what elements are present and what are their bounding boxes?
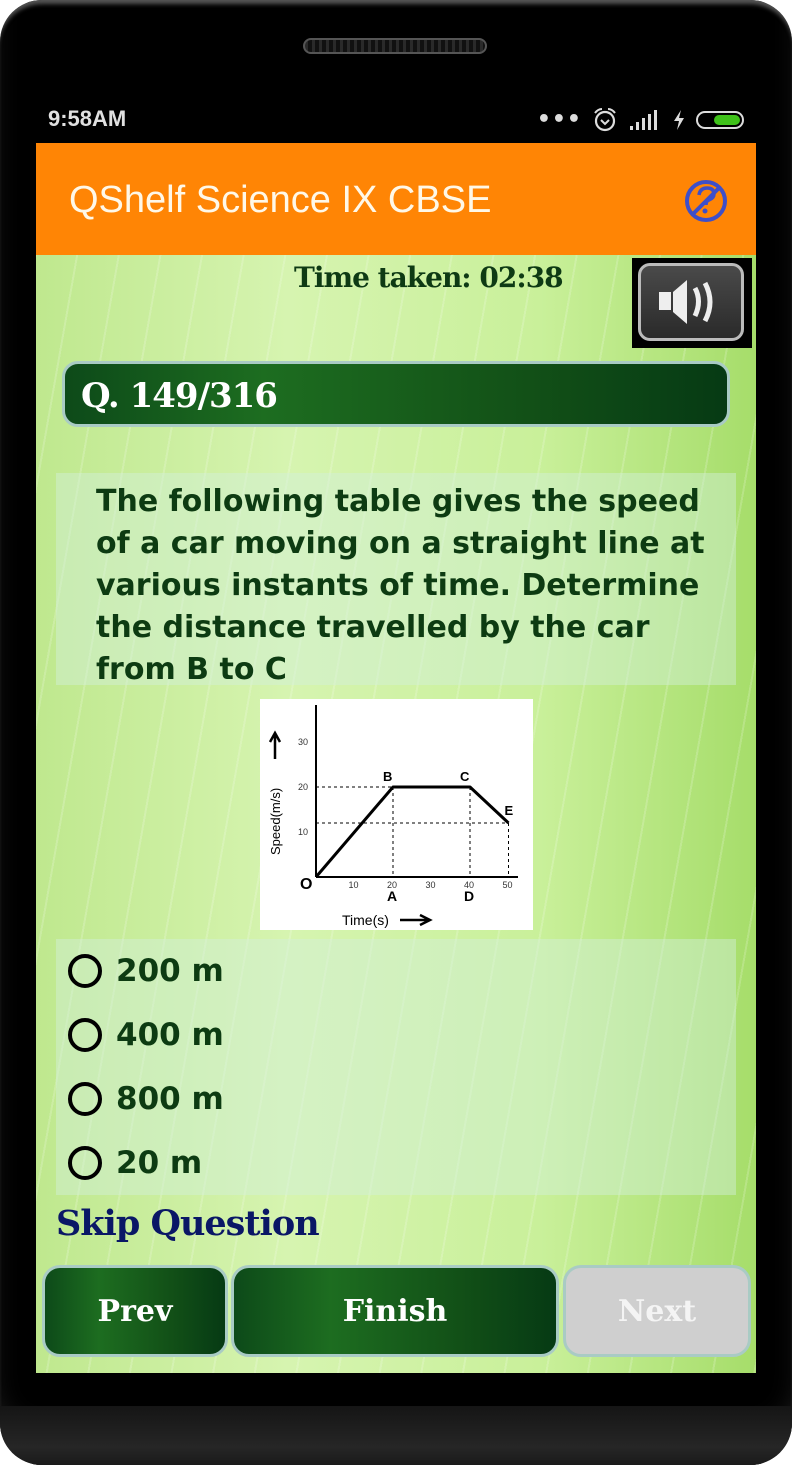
y-tick-label: 30 [298, 737, 308, 747]
point-label-c: C [460, 769, 470, 784]
next-button[interactable]: Next [563, 1265, 751, 1357]
signal-icon [630, 110, 657, 130]
alarm-icon [594, 108, 616, 132]
x-tick-label: 30 [426, 880, 436, 890]
option-4[interactable]: 20 m [68, 1133, 202, 1193]
option-3[interactable]: 800 m [68, 1069, 224, 1129]
x-axis-arrow-icon [400, 913, 433, 927]
y-tick-label: 20 [298, 782, 308, 792]
option-2[interactable]: 400 m [68, 1005, 224, 1065]
radio-icon[interactable] [68, 1018, 102, 1052]
phone-frame: 9:58AM ••• QShelf Science IX CBSE Time t… [0, 0, 792, 1465]
option-1[interactable]: 200 m [68, 941, 224, 1001]
battery-icon [696, 111, 744, 129]
app-title: QShelf Science IX CBSE [69, 179, 492, 221]
y-tick-label: 10 [298, 827, 308, 837]
y-axis-label: Speed(m/s) [268, 788, 283, 855]
dots-icon: ••• [536, 107, 582, 132]
point-label-d: D [464, 888, 474, 904]
speed-curve [314, 785, 510, 878]
point-label-e: E [505, 803, 514, 818]
speaker-icon [659, 280, 713, 324]
status-time: 9:58AM [48, 106, 127, 131]
point-label-b: B [383, 769, 392, 784]
prev-button[interactable]: Prev [42, 1265, 228, 1357]
skip-question-link[interactable]: Skip Question [56, 1203, 320, 1244]
question-box: The following table gives the speed of a… [56, 473, 736, 687]
option-label: 800 m [116, 1081, 224, 1117]
question-number: Q. 149/316 [81, 376, 278, 416]
help-disabled-icon[interactable] [684, 179, 728, 223]
option-label: 20 m [116, 1145, 203, 1181]
app-screen: QShelf Science IX CBSE Time taken: 02:38 [36, 143, 756, 1373]
x-tick-label: 10 [349, 880, 359, 890]
bolt-icon [674, 110, 684, 130]
options-group: 200 m 400 m 800 m 20 m [56, 939, 736, 1195]
status-bar: 9:58AM ••• [36, 100, 756, 140]
question-text: The following table gives the speed of a… [96, 484, 705, 687]
option-label: 400 m [116, 1017, 224, 1053]
radio-icon[interactable] [68, 1146, 102, 1180]
phone-chin [0, 1406, 792, 1465]
app-bar: QShelf Science IX CBSE [36, 143, 756, 255]
radio-icon[interactable] [68, 1082, 102, 1116]
point-label-a: A [387, 888, 397, 904]
question-number-bar: Q. 149/316 [62, 361, 730, 427]
speed-time-graph: 10 20 30 40 50102030 B CEA D O Speed(m/s) Time… [260, 699, 533, 930]
sound-button[interactable] [632, 258, 752, 348]
finish-button[interactable]: Finish [231, 1265, 559, 1357]
option-label: 200 m [116, 953, 224, 989]
time-taken: Time taken: 02:38 [294, 261, 564, 294]
y-axis-arrow-icon [268, 730, 282, 759]
x-tick-label: 50 [503, 880, 513, 890]
earpiece-speaker [303, 38, 487, 54]
x-axis-label: Time(s) [342, 912, 389, 928]
radio-icon[interactable] [68, 954, 102, 988]
origin-label: O [300, 876, 312, 893]
